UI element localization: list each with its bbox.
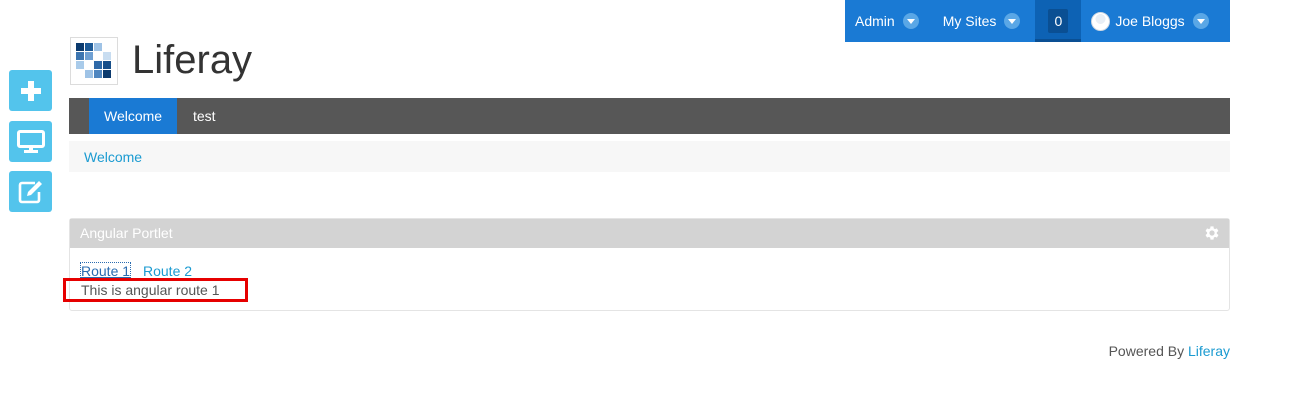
main-navigation: Welcome test <box>69 98 1230 134</box>
plus-icon <box>20 80 41 101</box>
chevron-down-icon <box>1004 13 1021 29</box>
gear-icon[interactable] <box>1203 224 1221 242</box>
admin-menu-label: Admin <box>855 13 895 29</box>
edit-button[interactable] <box>9 171 52 212</box>
my-sites-menu-label: My Sites <box>942 13 997 29</box>
route-2-link[interactable]: Route 2 <box>143 263 192 279</box>
breadcrumb-item-welcome[interactable]: Welcome <box>84 149 142 165</box>
powered-by-text: Powered By <box>1108 343 1185 359</box>
portlet-header: Angular Portlet <box>70 219 1229 248</box>
preview-button[interactable] <box>9 121 52 162</box>
chevron-down-icon <box>1192 13 1209 29</box>
notification-count-badge: 0 <box>1048 9 1069 33</box>
footer: Powered By Liferay <box>1109 343 1230 359</box>
powered-by-link[interactable]: Liferay <box>1188 343 1230 359</box>
admin-menu[interactable]: Admin <box>855 0 919 42</box>
avatar <box>1091 11 1111 31</box>
site-logo[interactable] <box>70 37 118 85</box>
user-menu[interactable]: Joe Bloggs <box>1091 0 1209 42</box>
add-button[interactable] <box>9 70 52 111</box>
highlight-box <box>63 278 248 302</box>
dockbar: Admin My Sites 0 Joe Bloggs <box>845 0 1230 42</box>
notifications-button[interactable]: 0 <box>1035 0 1082 42</box>
monitor-icon <box>16 129 45 153</box>
chevron-down-icon <box>902 13 919 29</box>
user-name: Joe Bloggs <box>1115 13 1185 29</box>
route-1-link[interactable]: Route 1 <box>79 262 132 280</box>
nav-tab-welcome[interactable]: Welcome <box>89 98 178 134</box>
edit-icon <box>18 180 42 203</box>
liferay-logo-icon <box>76 43 111 78</box>
breadcrumb: Welcome <box>69 141 1230 172</box>
my-sites-menu[interactable]: My Sites <box>943 0 1021 42</box>
site-title: Liferay <box>132 38 253 82</box>
portlet-title: Angular Portlet <box>80 225 173 241</box>
nav-tab-test[interactable]: test <box>178 98 231 134</box>
